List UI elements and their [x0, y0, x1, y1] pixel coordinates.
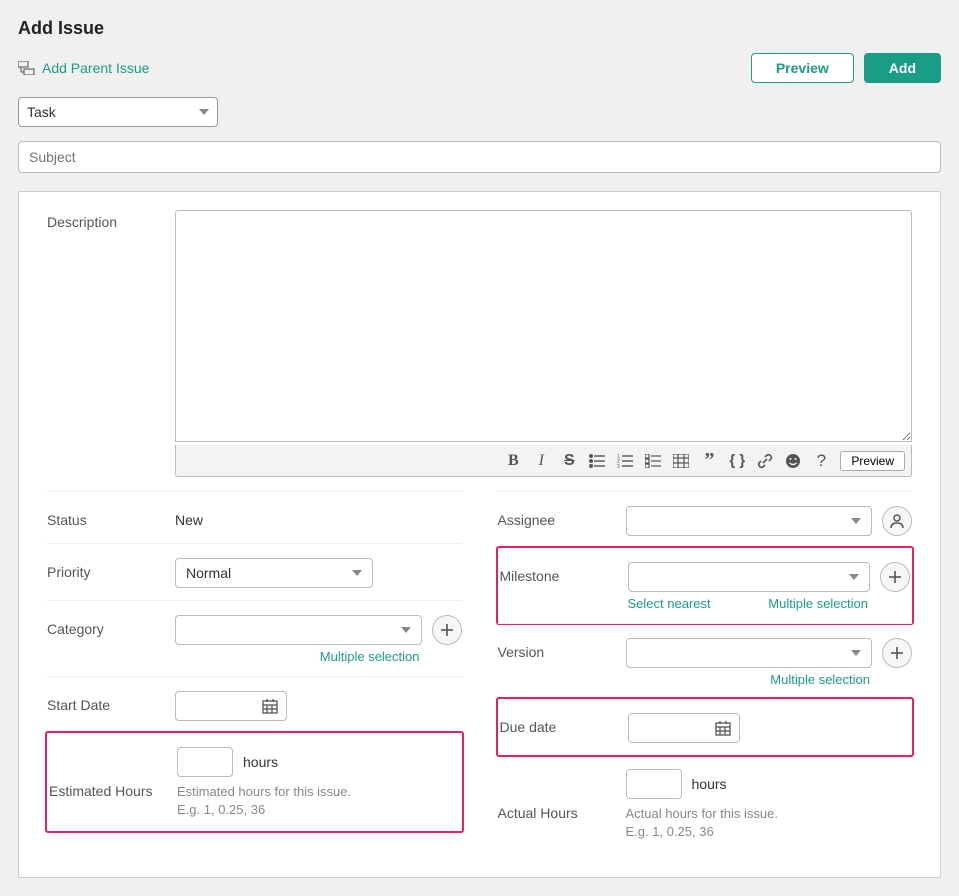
link-icon[interactable] — [756, 453, 774, 469]
actual-hours-unit: hours — [692, 776, 727, 792]
est-hours-unit: hours — [243, 754, 278, 770]
est-hours-label: Estimated Hours — [49, 747, 177, 799]
milestone-multi-link[interactable]: Multiple selection — [768, 596, 868, 611]
start-date-label: Start Date — [47, 691, 175, 713]
chevron-down-icon — [352, 570, 362, 576]
add-parent-issue-link[interactable]: Add Parent Issue — [18, 60, 149, 76]
start-date-input[interactable] — [175, 691, 287, 721]
due-date-label: Due date — [500, 713, 628, 735]
page-title: Add Issue — [18, 18, 941, 39]
issue-type-select[interactable]: Task — [18, 97, 218, 127]
main-panel: Description B I S 123 ” { — [18, 191, 941, 878]
table-icon[interactable] — [672, 454, 690, 468]
parent-issue-icon — [18, 61, 36, 75]
due-date-highlight: Due date — [496, 697, 915, 757]
est-hours-help1: Estimated hours for this issue. — [177, 783, 460, 801]
add-milestone-button[interactable] — [880, 562, 910, 592]
description-textarea[interactable] — [175, 210, 912, 442]
chevron-down-icon — [401, 627, 411, 633]
milestone-label: Milestone — [500, 562, 628, 584]
chevron-down-icon — [199, 109, 209, 115]
strikethrough-icon[interactable]: S — [560, 452, 578, 470]
status-value: New — [175, 506, 462, 528]
issue-type-value: Task — [27, 104, 56, 120]
status-label: Status — [47, 506, 175, 528]
add-version-button[interactable] — [882, 638, 912, 668]
actual-hours-label: Actual Hours — [498, 769, 626, 821]
category-select[interactable] — [175, 615, 422, 645]
actual-hours-help2: E.g. 1, 0.25, 36 — [626, 823, 913, 841]
checklist-icon[interactable] — [644, 454, 662, 468]
assignee-label: Assignee — [498, 506, 626, 528]
add-parent-issue-label: Add Parent Issue — [42, 60, 149, 76]
chevron-down-icon — [851, 518, 861, 524]
assign-self-button[interactable] — [882, 506, 912, 536]
numbered-list-icon[interactable]: 123 — [616, 454, 634, 468]
calendar-icon — [715, 720, 731, 736]
priority-select[interactable]: Normal — [175, 558, 373, 588]
code-icon[interactable]: { } — [728, 452, 746, 469]
bullet-list-icon[interactable] — [588, 454, 606, 468]
svg-text:3: 3 — [617, 464, 620, 468]
version-label: Version — [498, 638, 626, 660]
emoji-icon[interactable] — [784, 453, 802, 469]
category-label: Category — [47, 615, 175, 637]
chevron-down-icon — [849, 574, 859, 580]
milestone-nearest-link[interactable]: Select nearest — [628, 596, 711, 611]
italic-icon[interactable]: I — [532, 452, 550, 470]
actual-hours-help1: Actual hours for this issue. — [626, 805, 913, 823]
help-icon[interactable]: ? — [812, 451, 830, 471]
preview-button[interactable]: Preview — [751, 53, 854, 83]
add-button[interactable]: Add — [864, 53, 941, 83]
description-label: Description — [47, 210, 175, 477]
milestone-highlight: Milestone Select nearest — [496, 546, 915, 625]
toolbar-preview-button[interactable]: Preview — [840, 451, 905, 471]
subject-input[interactable] — [18, 141, 941, 173]
chevron-down-icon — [851, 650, 861, 656]
version-multi-link[interactable]: Multiple selection — [770, 672, 870, 687]
priority-value: Normal — [186, 565, 231, 581]
add-category-button[interactable] — [432, 615, 462, 645]
estimated-hours-highlight: Estimated Hours hours Estimated hours fo… — [45, 731, 464, 833]
quote-icon[interactable]: ” — [700, 449, 718, 472]
est-hours-input[interactable] — [177, 747, 233, 777]
bold-icon[interactable]: B — [504, 452, 522, 470]
assignee-select[interactable] — [626, 506, 873, 536]
actual-hours-input[interactable] — [626, 769, 682, 799]
calendar-icon — [262, 698, 278, 714]
priority-label: Priority — [47, 558, 175, 580]
category-multi-link[interactable]: Multiple selection — [320, 649, 420, 664]
due-date-input[interactable] — [628, 713, 740, 743]
milestone-select[interactable] — [628, 562, 871, 592]
est-hours-help2: E.g. 1, 0.25, 36 — [177, 801, 460, 819]
version-select[interactable] — [626, 638, 873, 668]
editor-toolbar: B I S 123 ” { } — [175, 445, 912, 477]
